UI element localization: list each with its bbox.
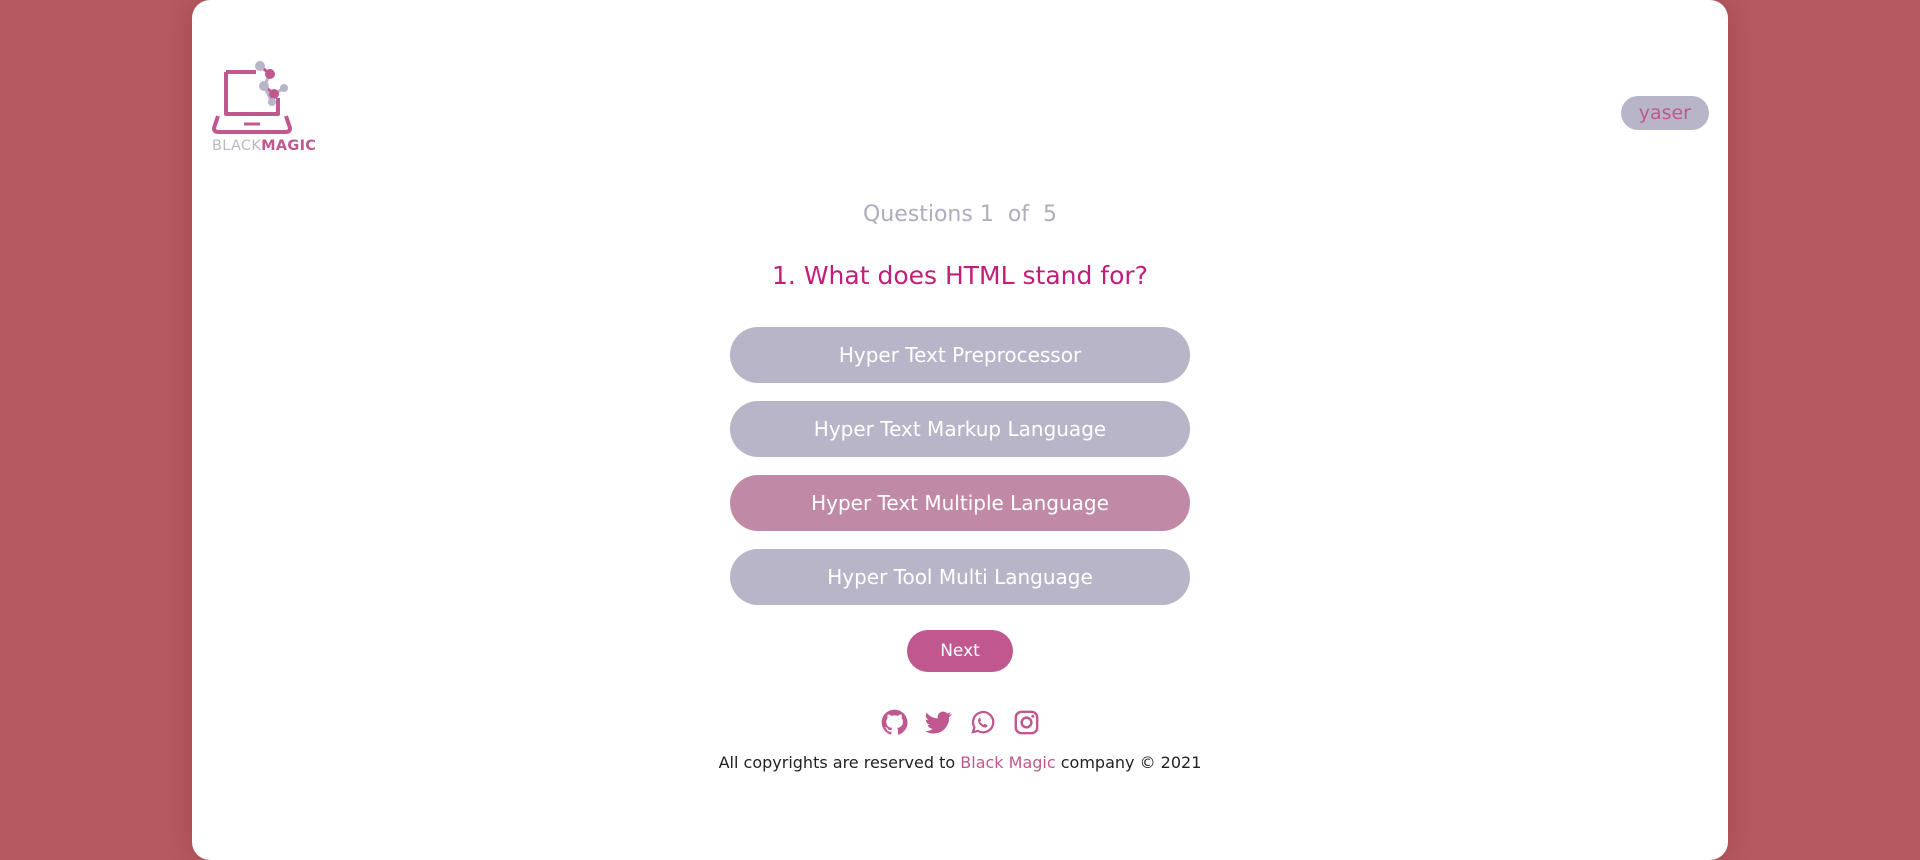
twitter-icon[interactable]	[924, 709, 952, 736]
next-button[interactable]: Next	[907, 630, 1013, 672]
main-card: BLACKMAGIC yaser Questions 1 of 5 1. Wha…	[192, 0, 1728, 860]
question-text: 1. What does HTML stand for?	[772, 261, 1148, 290]
laptop-logo-icon	[212, 61, 292, 134]
answer-option[interactable]: Hyper Tool Multi Language	[730, 549, 1190, 605]
counter-of: of	[1007, 202, 1030, 227]
footer-suffix: company © 2021	[1060, 753, 1202, 772]
footer-prefix: All copyrights are reserved to	[718, 753, 956, 772]
counter-prefix: Questions	[862, 202, 973, 227]
instagram-icon[interactable]	[1013, 709, 1040, 736]
brand-word-magic: MAGIC	[261, 138, 317, 154]
counter-total: 5	[1043, 202, 1058, 227]
brand-word-black: BLACK	[212, 138, 262, 154]
user-badge[interactable]: yaser	[1620, 96, 1709, 130]
answer-options: Hyper Text Preprocessor Hyper Text Marku…	[730, 327, 1190, 623]
social-links	[192, 709, 1728, 736]
answer-option[interactable]: Hyper Text Preprocessor	[730, 327, 1190, 383]
whatsapp-icon[interactable]	[969, 709, 996, 736]
answer-option[interactable]: Hyper Text Multiple Language	[730, 475, 1190, 531]
github-icon[interactable]	[881, 709, 908, 736]
brand-wordmark: BLACKMAGIC	[212, 138, 316, 154]
question-counter: Questions 1 of 5	[192, 202, 1728, 227]
footer-copyright: All copyrights are reserved to Black Mag…	[192, 753, 1728, 772]
footer-brand-link[interactable]: Black Magic	[960, 753, 1055, 772]
brand-logo[interactable]: BLACKMAGIC	[212, 58, 322, 158]
counter-current: 1	[979, 202, 994, 227]
answer-option[interactable]: Hyper Text Markup Language	[730, 401, 1190, 457]
